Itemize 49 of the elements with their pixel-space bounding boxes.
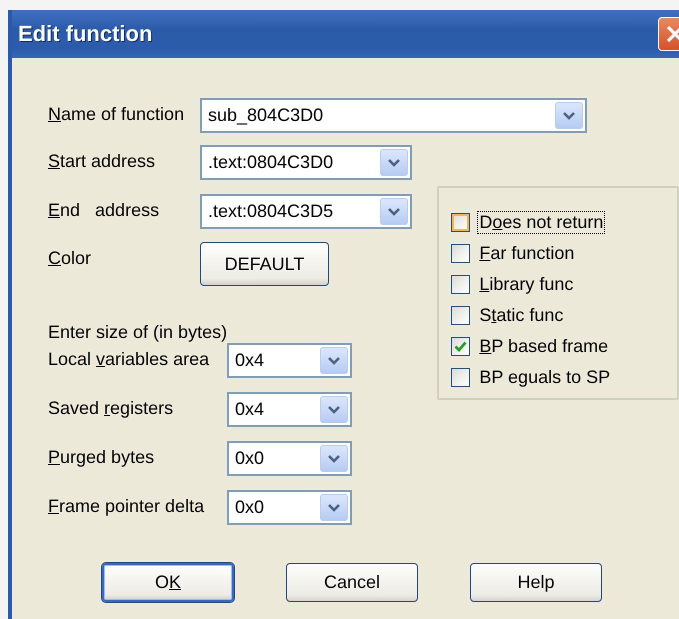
chevron-down-icon xyxy=(328,356,340,364)
dropdown-button[interactable] xyxy=(320,347,348,374)
dialog-button[interactable]: Help xyxy=(470,563,602,602)
checkbox-label[interactable]: BP based frame xyxy=(478,336,610,357)
window-title: Edit function xyxy=(18,21,152,47)
field-label: End address xyxy=(48,199,160,221)
dropdown-field[interactable]: 0x0 xyxy=(227,441,352,476)
field-label: Color xyxy=(48,247,92,269)
dropdown-button[interactable] xyxy=(555,102,583,129)
field-label: Purged bytes xyxy=(48,446,154,468)
dropdown-field[interactable]: 0x0 xyxy=(227,490,352,525)
dropdown-field[interactable]: .text:0804C3D5 xyxy=(200,194,412,229)
dropdown-field[interactable]: sub_804C3D0 xyxy=(200,98,587,133)
dropdown-button[interactable] xyxy=(320,396,348,423)
checkbox[interactable] xyxy=(451,213,470,232)
field-label: Local variables area xyxy=(48,348,210,370)
color-button[interactable]: DEFAULT xyxy=(200,242,329,286)
checkbox[interactable] xyxy=(451,244,470,263)
chevron-down-icon xyxy=(388,208,400,216)
checkbox-label[interactable]: BP eguals to SP xyxy=(478,367,612,388)
check-icon xyxy=(454,341,468,352)
dialog-button[interactable]: Cancel xyxy=(286,563,418,602)
close-icon xyxy=(666,25,679,43)
dropdown-button[interactable] xyxy=(320,445,348,472)
field-label: Frame pointer delta xyxy=(48,495,204,517)
section-heading: Enter size of (in bytes) xyxy=(48,321,228,343)
dropdown-button[interactable] xyxy=(380,198,408,225)
checkbox[interactable] xyxy=(451,368,470,387)
checkbox-label[interactable]: Far function xyxy=(478,243,576,264)
dropdown-field[interactable]: .text:0804C3D0 xyxy=(200,145,412,180)
chevron-down-icon xyxy=(328,454,340,462)
chevron-down-icon xyxy=(328,406,340,414)
dropdown-button[interactable] xyxy=(320,494,348,521)
field-label: Start address xyxy=(48,150,156,172)
dropdown-field[interactable]: 0x4 xyxy=(227,392,352,427)
chevron-down-icon xyxy=(563,112,575,120)
dropdown-button[interactable] xyxy=(380,149,408,176)
chevron-down-icon xyxy=(328,504,340,512)
checkbox[interactable] xyxy=(451,337,470,356)
field-label: Name of function xyxy=(48,103,184,125)
checkbox-label[interactable]: Library func xyxy=(478,274,574,295)
field-label: Saved registers xyxy=(48,397,174,419)
checkbox[interactable] xyxy=(451,275,470,294)
checkbox-label[interactable]: Does not return xyxy=(478,212,604,233)
chevron-down-icon xyxy=(388,158,400,166)
checkbox[interactable] xyxy=(451,306,470,325)
dialog-button[interactable]: OK xyxy=(102,563,234,602)
checkbox-label[interactable]: Static func xyxy=(478,305,564,326)
dropdown-field[interactable]: 0x4 xyxy=(227,343,352,378)
